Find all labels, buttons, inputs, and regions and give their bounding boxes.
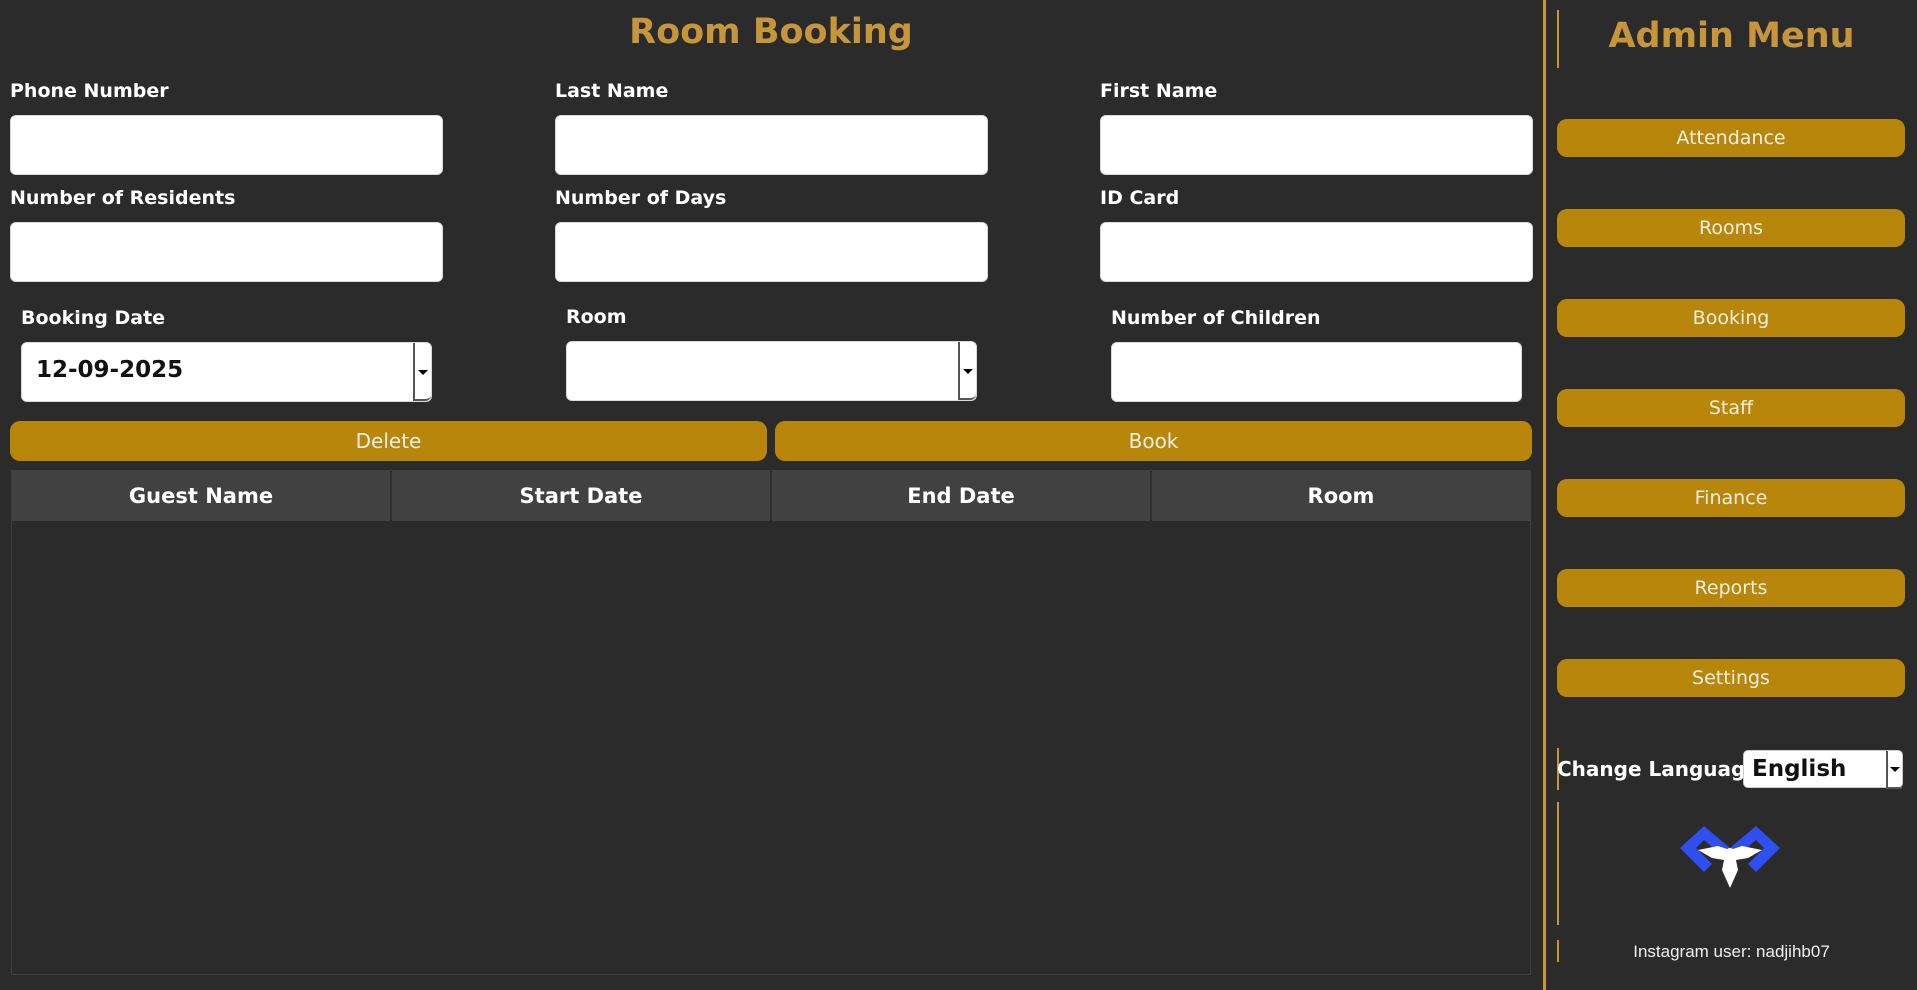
first-name-label: First Name xyxy=(1100,80,1218,102)
instagram-footer: Instagram user: nadjihb07 xyxy=(1633,942,1830,961)
app-window: Room Booking Phone Number Last Name Firs… xyxy=(0,0,1917,990)
sidebar-item-staff[interactable]: Staff xyxy=(1557,389,1905,427)
booking-date-value: 12-09-2025 xyxy=(36,357,184,383)
table-header: Guest Name Start Date End Date Room xyxy=(12,471,1530,521)
sidebar-title: Admin Menu xyxy=(1608,16,1855,56)
phone-number-label: Phone Number xyxy=(10,80,169,102)
sidebar-item-booking[interactable]: Booking xyxy=(1557,299,1905,337)
chevron-down-icon[interactable] xyxy=(958,342,976,400)
sidebar-item-settings[interactable]: Settings xyxy=(1557,659,1905,697)
bookings-table: Guest Name Start Date End Date Room xyxy=(11,470,1531,975)
column-header-room[interactable]: Room xyxy=(1152,471,1530,521)
number-of-days-label: Number of Days xyxy=(555,187,727,209)
booking-date-picker[interactable]: 12-09-2025 xyxy=(21,342,432,402)
language-select[interactable]: English xyxy=(1743,750,1903,789)
booking-date-label: Booking Date xyxy=(21,307,166,329)
admin-sidebar: Admin Menu Attendance Rooms Booking Staf… xyxy=(1546,0,1917,990)
number-of-residents-input[interactable] xyxy=(10,222,443,282)
number-of-residents-label: Number of Residents xyxy=(10,187,236,209)
sidebar-item-reports[interactable]: Reports xyxy=(1557,569,1905,607)
room-label: Room xyxy=(566,306,627,328)
chevron-down-icon[interactable] xyxy=(1886,751,1902,789)
phone-number-input[interactable] xyxy=(10,115,443,175)
page-title: Room Booking xyxy=(629,12,913,52)
book-button[interactable]: Book xyxy=(775,421,1532,461)
change-language-label: Change Language xyxy=(1557,757,1759,781)
eagle-logo-icon xyxy=(1680,826,1780,888)
last-name-label: Last Name xyxy=(555,80,669,102)
language-value: English xyxy=(1752,756,1847,782)
number-of-children-label: Number of Children xyxy=(1111,307,1321,329)
number-of-children-input[interactable] xyxy=(1111,342,1522,402)
first-name-input[interactable] xyxy=(1100,115,1533,175)
sidebar-item-finance[interactable]: Finance xyxy=(1557,479,1905,517)
column-header-guest-name[interactable]: Guest Name xyxy=(12,471,392,521)
column-header-end-date[interactable]: End Date xyxy=(772,471,1152,521)
chevron-down-icon[interactable] xyxy=(413,343,431,401)
sidebar-item-attendance[interactable]: Attendance xyxy=(1557,119,1905,157)
id-card-input[interactable] xyxy=(1100,222,1533,282)
id-card-label: ID Card xyxy=(1100,187,1180,209)
room-select[interactable] xyxy=(566,341,977,401)
booking-panel: Room Booking Phone Number Last Name Firs… xyxy=(0,0,1540,990)
delete-button[interactable]: Delete xyxy=(10,421,767,461)
last-name-input[interactable] xyxy=(555,115,988,175)
frame-tick xyxy=(1557,802,1559,925)
column-header-start-date[interactable]: Start Date xyxy=(392,471,772,521)
number-of-days-input[interactable] xyxy=(555,222,988,282)
sidebar-item-rooms[interactable]: Rooms xyxy=(1557,209,1905,247)
